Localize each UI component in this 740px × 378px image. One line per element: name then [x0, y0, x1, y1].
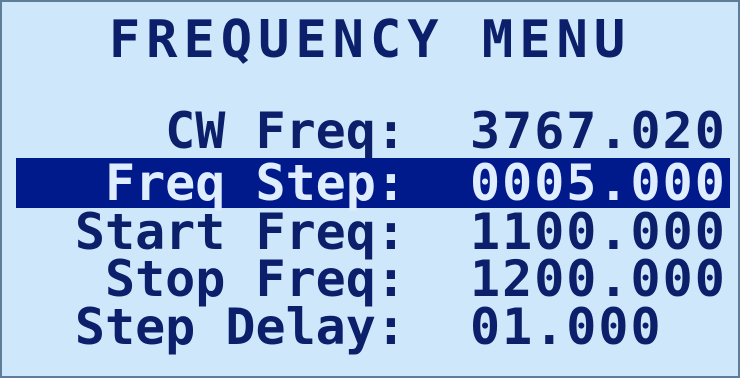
row-label: Freq Step:	[104, 154, 406, 212]
row-label: CW Freq:	[165, 102, 406, 160]
menu-row-cw-freq[interactable]: CW Freq: 3767.020	[16, 106, 730, 156]
row-label: Step Delay:	[74, 298, 406, 356]
row-value: 3767.020	[470, 102, 727, 160]
row-value: 1200.000	[470, 250, 727, 308]
row-label: Stop Freq:	[104, 250, 406, 308]
menu-title: FREQUENCY MENU	[108, 10, 632, 70]
menu-row-step-delay[interactable]: Step Delay: 01.000	[16, 302, 730, 352]
menu-row-freq-step[interactable]: Freq Step: 0005.000	[16, 158, 730, 208]
menu-row-stop-freq[interactable]: Stop Freq: 1200.000	[16, 254, 730, 304]
row-value: 01.000	[470, 298, 663, 356]
lcd-screen: FREQUENCY MENU CW Freq: 3767.020 Freq St…	[0, 0, 740, 378]
row-value: 0005.000	[470, 154, 727, 212]
